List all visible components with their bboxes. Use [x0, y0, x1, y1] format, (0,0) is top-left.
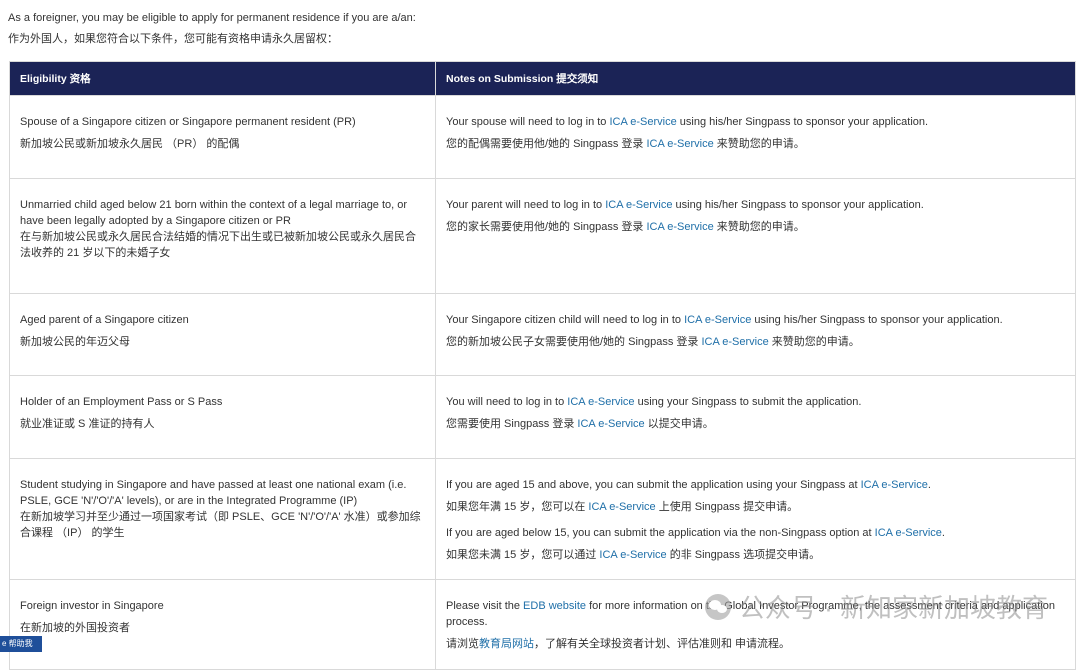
- eligibility-cell: Holder of an Employment Pass or S Pass 就…: [9, 375, 436, 459]
- ica-eservice-link[interactable]: ICA e-Service: [605, 199, 672, 211]
- ica-eservice-link[interactable]: ICA e-Service: [646, 221, 713, 233]
- eligibility-en: Holder of an Employment Pass or S Pass: [20, 396, 223, 408]
- edb-website-link[interactable]: EDB website: [523, 600, 586, 612]
- table-row: Unmarried child aged below 21 born withi…: [9, 178, 1076, 294]
- eligibility-cell: Student studying in Singapore and have p…: [9, 458, 436, 580]
- table-row: Student studying in Singapore and have p…: [9, 458, 1076, 580]
- ica-eservice-link[interactable]: ICA e-Service: [588, 501, 655, 513]
- ica-eservice-link[interactable]: ICA e-Service: [609, 116, 676, 128]
- note-line: 您需要使用 Singpass 登录 ICA e-Service 以提交申请。: [446, 418, 714, 430]
- notes-cell: Your Singapore citizen child will need t…: [435, 293, 1076, 376]
- header-eligibility: Eligibility 资格: [9, 61, 436, 96]
- note-line: 您的新加坡公民子女需要使用他/她的 Singpass 登录 ICA e-Serv…: [446, 336, 860, 348]
- edb-website-link-zh[interactable]: 教育局网站: [479, 638, 534, 650]
- eligibility-table: Eligibility 资格 Notes on Submission 提交须知 …: [9, 61, 1076, 670]
- eligibility-en: Student studying in Singapore and have p…: [20, 479, 407, 507]
- eligibility-en: Unmarried child aged below 21 born withi…: [20, 199, 408, 227]
- table-row: Holder of an Employment Pass or S Pass 就…: [9, 375, 1076, 459]
- note-line: 如果您未满 15 岁，您可以通过 ICA e-Service 的非 Singpa…: [446, 549, 821, 561]
- header-notes: Notes on Submission 提交须知: [435, 61, 1076, 96]
- notes-cell: Your spouse will need to log in to ICA e…: [435, 95, 1076, 179]
- note-line: You will need to log in to ICA e-Service…: [446, 396, 862, 408]
- notes-cell: Your parent will need to log in to ICA e…: [435, 178, 1076, 294]
- eligibility-cell: Aged parent of a Singapore citizen 新加坡公民…: [9, 293, 436, 376]
- watermark: 公众号 · 新知家新加坡教育: [704, 588, 1048, 625]
- ica-eservice-link[interactable]: ICA e-Service: [599, 549, 666, 561]
- ica-eservice-link[interactable]: ICA e-Service: [701, 336, 768, 348]
- eligibility-en: Foreign investor in Singapore: [20, 600, 164, 612]
- note-line: 如果您年满 15 岁，您可以在 ICA e-Service 上使用 Singpa…: [446, 501, 799, 513]
- notes-cell: If you are aged 15 and above, you can su…: [435, 458, 1076, 580]
- table-header-row: Eligibility 资格 Notes on Submission 提交须知: [9, 61, 1076, 96]
- eligibility-cell: Foreign investor in Singapore 在新加坡的外国投资者: [9, 579, 436, 670]
- ica-eservice-link[interactable]: ICA e-Service: [684, 314, 751, 326]
- intro-en: As a foreigner, you may be eligible to a…: [8, 12, 416, 24]
- watermark-text: 公众号 · 新知家新加坡教育: [738, 593, 1048, 623]
- note-line: 请浏览教育局网站，了解有关全球投资者计划、评估准则和 申请流程。: [446, 638, 791, 650]
- intro-text: As a foreigner, you may be eligible to a…: [8, 8, 416, 50]
- eligibility-zh: 就业准证或 S 准证的持有人: [20, 418, 155, 430]
- ica-eservice-link[interactable]: ICA e-Service: [567, 396, 634, 408]
- note-line: 您的家长需要使用他/她的 Singpass 登录 ICA e-Service 来…: [446, 221, 805, 233]
- eligibility-zh: 新加坡公民的年迈父母: [20, 336, 130, 348]
- wechat-icon: [704, 593, 731, 620]
- ica-eservice-link[interactable]: ICA e-Service: [646, 138, 713, 150]
- eligibility-zh: 在与新加坡公民或永久居民合法结婚的情况下出生或已被新加坡公民或永久居民合法收养的…: [20, 231, 416, 259]
- eligibility-cell: Unmarried child aged below 21 born withi…: [9, 178, 436, 294]
- intro-zh: 作为外国人，如果您符合以下条件，您可能有资格申请永久居留权：: [8, 33, 338, 45]
- note-line: If you are aged 15 and above, you can su…: [446, 479, 931, 491]
- note-line: Your parent will need to log in to ICA e…: [446, 199, 924, 211]
- ica-eservice-link[interactable]: ICA e-Service: [577, 418, 644, 430]
- eligibility-zh: 在新加坡学习并至少通过一项国家考试（即 PSLE、GCE 'N'/'O'/'A'…: [20, 511, 421, 539]
- table-row: Spouse of a Singapore citizen or Singapo…: [9, 95, 1076, 179]
- eligibility-en: Spouse of a Singapore citizen or Singapo…: [20, 116, 356, 128]
- eligibility-en: Aged parent of a Singapore citizen: [20, 314, 189, 326]
- help-button[interactable]: e 帮助我: [0, 636, 42, 652]
- eligibility-zh: 在新加坡的外国投资者: [20, 622, 130, 634]
- note-line: 您的配偶需要使用他/她的 Singpass 登录 ICA e-Service 来…: [446, 138, 805, 150]
- table-row: Aged parent of a Singapore citizen 新加坡公民…: [9, 293, 1076, 376]
- note-line: If you are aged below 15, you can submit…: [446, 527, 945, 539]
- notes-cell: You will need to log in to ICA e-Service…: [435, 375, 1076, 459]
- note-line: Your Singapore citizen child will need t…: [446, 314, 1003, 326]
- ica-eservice-link[interactable]: ICA e-Service: [875, 527, 942, 539]
- eligibility-cell: Spouse of a Singapore citizen or Singapo…: [9, 95, 436, 179]
- ica-eservice-link[interactable]: ICA e-Service: [861, 479, 928, 491]
- note-line: Your spouse will need to log in to ICA e…: [446, 116, 929, 128]
- eligibility-zh: 新加坡公民或新加坡永久居民 （PR） 的配偶: [20, 138, 240, 150]
